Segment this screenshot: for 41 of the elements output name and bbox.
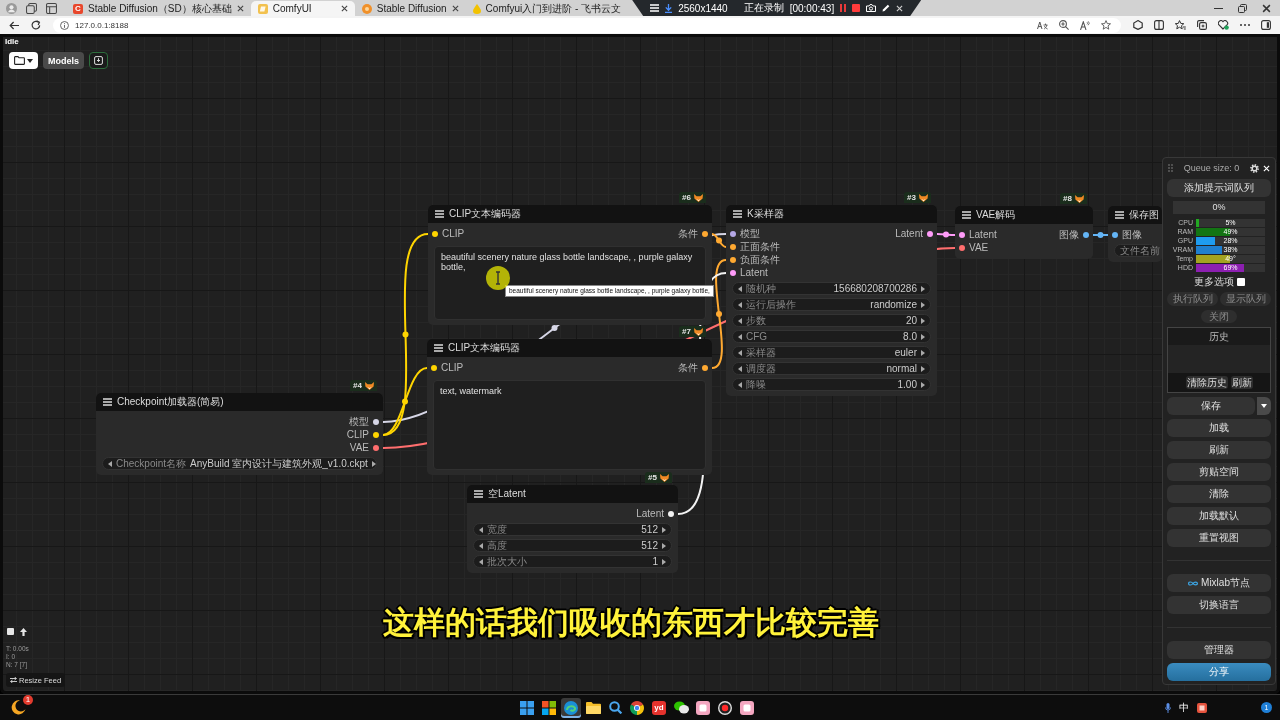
recording-timer: [00:00:43] bbox=[789, 2, 835, 14]
subtitle: 这样的话我们吸收的东西才比较完善 bbox=[383, 604, 879, 640]
slot-label: 条件 bbox=[678, 360, 698, 375]
resolution-label: 2560x1440 bbox=[678, 2, 728, 14]
slot-label: 负面条件 bbox=[740, 252, 780, 267]
node-number: #7 bbox=[682, 327, 691, 336]
slot-label: VAE bbox=[349, 442, 369, 453]
recording-status: 正在录制 bbox=[743, 1, 784, 15]
slot-label: 条件 bbox=[678, 226, 698, 241]
history-title: 历史 bbox=[1168, 328, 1270, 345]
slot-label: Latent bbox=[895, 228, 923, 239]
slot-label: 图像 bbox=[1122, 227, 1142, 242]
option-label: 更多选项 bbox=[1193, 275, 1234, 289]
node-number: #4 bbox=[353, 381, 362, 390]
slot-label: CLIP bbox=[442, 228, 465, 239]
node-title: 保存图 bbox=[1129, 208, 1159, 222]
node-number: #5 bbox=[648, 473, 657, 482]
favicon-letter: C bbox=[73, 3, 83, 14]
node-title: VAE解码 bbox=[976, 208, 1016, 222]
node-title: 空Latent bbox=[488, 487, 526, 501]
slot-label: VAE bbox=[969, 242, 989, 253]
slot-label: CLIP bbox=[346, 429, 369, 440]
queue-size-label: Queue size: 0 bbox=[1182, 163, 1241, 173]
slot-label: 图像 bbox=[1059, 227, 1079, 242]
node-number: #8 bbox=[1063, 194, 1072, 203]
status-label: Idle bbox=[5, 37, 19, 46]
node-title: CLIP文本编码器 bbox=[449, 207, 522, 221]
notification-badge: 1 bbox=[23, 695, 33, 705]
slot-label: Latent bbox=[740, 267, 768, 278]
slot-label: 正面条件 bbox=[740, 239, 780, 254]
slot-label: CLIP bbox=[441, 362, 464, 373]
node-title: Checkpoint加载器(简易) bbox=[117, 395, 224, 409]
slot-label: 模型 bbox=[740, 226, 760, 241]
slot-label: Latent bbox=[636, 508, 664, 519]
node-title: CLIP文本编码器 bbox=[448, 341, 521, 355]
node-number: #6 bbox=[682, 193, 691, 202]
node-title: K采样器 bbox=[747, 207, 784, 221]
slot-label: 模型 bbox=[349, 414, 369, 429]
progress-bar: 0% bbox=[1173, 201, 1265, 214]
slot-label: Latent bbox=[969, 229, 997, 240]
node-number: #3 bbox=[907, 193, 916, 202]
